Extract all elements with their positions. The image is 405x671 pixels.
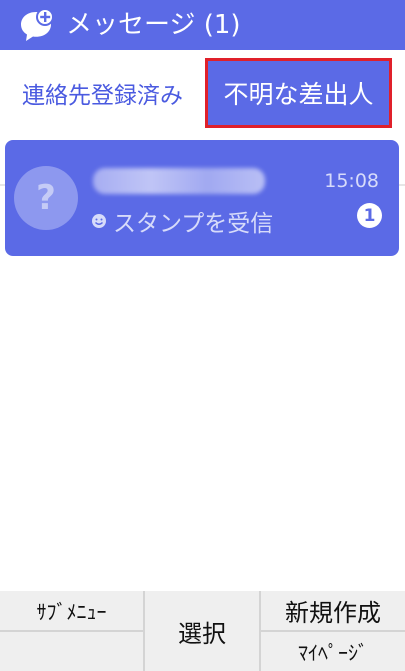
chat-bubble-plus-icon [21,8,54,41]
softkey-bar: ｻﾌﾞﾒﾆｭｰ 選択 新規作成 ﾏｲﾍﾟｰｼﾞ [0,591,405,671]
avatar-glyph: ? [36,178,56,218]
select-softkey[interactable]: 選択 [145,591,259,671]
tab-unknown-senders[interactable]: 不明な差出人 [205,58,392,128]
new-message-softkey[interactable]: 新規作成 [261,591,405,630]
avatar: ? [14,166,78,230]
app-header: メッセージ (1) [0,0,405,50]
message-preview: スタンプを受信 [91,204,273,238]
submenu-softkey[interactable]: ｻﾌﾞﾒﾆｭｰ [0,591,143,630]
tab-registered-contacts[interactable]: 連絡先登録済み [0,50,205,136]
page-title: メッセージ (1) [66,10,241,40]
unread-count-badge: 1 [357,203,382,228]
softkey-blank [0,632,143,671]
message-time: 15:08 [324,170,379,192]
sender-number-blurred [93,168,265,194]
mypage-softkey[interactable]: ﾏｲﾍﾟｰｼﾞ [261,632,405,671]
sender-tabs: 連絡先登録済み 不明な差出人 [0,50,405,186]
stamp-smiley-icon [92,214,106,228]
message-list-item[interactable]: ? 15:08 スタンプを受信 1 [5,140,399,256]
message-preview-text: スタンプを受信 [113,211,274,237]
